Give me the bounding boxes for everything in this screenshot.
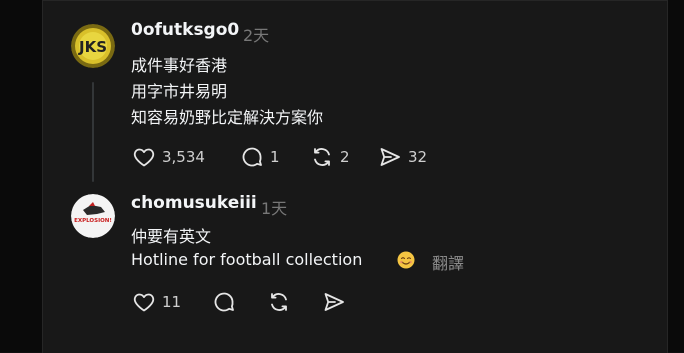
post-username[interactable]: 0ofutksgo0: [131, 20, 239, 40]
like-count: 3,534: [162, 148, 205, 166]
share-button[interactable]: 32: [378, 145, 427, 169]
thread-connector-line: [92, 82, 94, 182]
translate-link[interactable]: 翻譯: [432, 250, 464, 274]
heart-icon: [133, 148, 155, 167]
repost-icon: [271, 293, 287, 311]
avatar-text: EXPLOSION!: [74, 218, 112, 224]
post-text-line: 知容易奶野比定解決方案你: [131, 108, 324, 127]
post-text-line: Hotline for football collection: [131, 250, 363, 269]
repost-count: 2: [340, 148, 350, 166]
send-icon: [380, 148, 400, 166]
reply-count: 1: [270, 148, 280, 166]
post-text-line: 仲要有英文: [131, 227, 212, 246]
post-username[interactable]: chomusukeiii: [131, 193, 257, 213]
smiling-face-emoji: [397, 251, 415, 269]
post-timestamp[interactable]: 2天: [243, 22, 269, 46]
like-button[interactable]: 11: [132, 290, 181, 314]
left-gutter: [0, 0, 42, 352]
repost-button[interactable]: 2: [310, 145, 350, 169]
avatar-image: EXPLOSION!: [71, 194, 115, 238]
share-count: 32: [408, 148, 428, 166]
reply-button[interactable]: [212, 290, 236, 314]
send-icon: [324, 293, 344, 311]
repost-icon: [314, 148, 330, 166]
comment-icon: [242, 147, 262, 167]
share-button[interactable]: [322, 290, 346, 314]
svg-text:JKS: JKS: [78, 38, 107, 56]
avatar-image: JKS: [71, 24, 115, 68]
avatar-0ofutksgo0[interactable]: JKS: [71, 24, 115, 68]
reply-button[interactable]: 1: [240, 145, 280, 169]
post-timestamp[interactable]: 1天: [261, 195, 287, 219]
post-text-line: 用字市井易明: [131, 82, 228, 101]
avatar-chomusukeiii[interactable]: EXPLOSION!: [71, 194, 115, 238]
heart-icon: [133, 293, 155, 312]
repost-button[interactable]: [267, 290, 291, 314]
like-button[interactable]: 3,534: [132, 145, 205, 169]
post-text-line: 成件事好香港: [131, 56, 228, 75]
right-gutter: [667, 0, 684, 352]
like-count: 11: [162, 293, 182, 311]
comment-icon: [214, 292, 234, 312]
